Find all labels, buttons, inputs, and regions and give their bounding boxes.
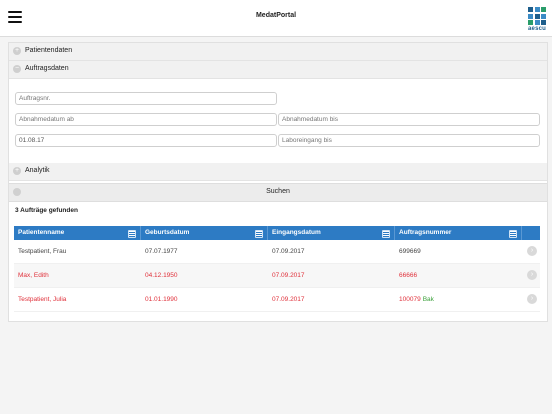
column-header-actions — [522, 226, 540, 240]
top-bar: MedatPortal aescu — [0, 0, 552, 37]
chevron-right-icon[interactable]: › — [527, 294, 537, 304]
lab-received-from-input[interactable] — [15, 134, 277, 147]
column-header-geburtsdatum[interactable]: Geburtsdatum — [141, 226, 268, 240]
column-menu-icon[interactable] — [509, 230, 517, 238]
order-number-input[interactable] — [15, 92, 277, 105]
cell-patient-name: Testpatient, Frau — [18, 248, 67, 255]
order-number: 66666 — [399, 272, 418, 279]
column-menu-icon[interactable] — [128, 230, 136, 238]
section-auftragsdaten[interactable]: − Auftragsdaten — [9, 61, 547, 79]
aescu-logo: aescu — [528, 7, 550, 32]
results-table: Patientenname Geburtsdatum Eingangsdatum… — [14, 226, 540, 312]
section-label: Analytik — [25, 167, 50, 174]
section-patientendaten[interactable]: + Patientendaten — [9, 43, 547, 61]
cell-received-date: 07.09.2017 — [272, 248, 305, 255]
cell-order-number: 100079 Bak — [395, 296, 522, 303]
app-title: MedatPortal — [255, 12, 297, 19]
cell-received-date: 07.09.2017 — [272, 272, 305, 279]
column-header-patientenname[interactable]: Patientenname — [14, 226, 141, 240]
cell-birth-date: 07.07.1977 — [145, 248, 178, 255]
plus-circle-icon: + — [13, 167, 21, 175]
table-row[interactable]: Testpatient, Julia 01.01.1990 07.09.2017… — [14, 288, 540, 312]
section-analytik[interactable]: + Analytik — [9, 163, 547, 181]
column-header-eingangsdatum[interactable]: Eingangsdatum — [268, 226, 395, 240]
search-button[interactable]: Suchen — [9, 183, 547, 202]
column-label: Auftragsnummer — [399, 229, 452, 236]
column-menu-icon[interactable] — [255, 230, 263, 238]
chevron-right-icon[interactable]: › — [527, 270, 537, 280]
section-label: Patientendaten — [25, 47, 73, 54]
plus-circle-icon: + — [13, 47, 21, 55]
cell-order-number: 66666 — [395, 272, 522, 279]
search-button-label: Suchen — [266, 188, 290, 195]
cell-received-date: 07.09.2017 — [272, 296, 305, 303]
column-header-auftragsnummer[interactable]: Auftragsnummer — [395, 226, 522, 240]
cell-birth-date: 01.01.1990 — [145, 296, 178, 303]
cell-order-number: 699669 — [395, 248, 522, 255]
column-label: Geburtsdatum — [145, 229, 190, 236]
cell-birth-date: 04.12.1950 — [145, 272, 178, 279]
minus-circle-icon: − — [13, 65, 21, 73]
bak-flag: Bak — [422, 296, 434, 303]
column-label: Eingangsdatum — [272, 229, 321, 236]
cell-patient-name: Testpatient, Julia — [18, 296, 67, 303]
search-panel: + Patientendaten − Auftragsdaten + Analy… — [8, 42, 548, 322]
table-row[interactable]: Max, Edith 04.12.1950 07.09.2017 66666 › — [14, 264, 540, 288]
section-label: Auftragsdaten — [25, 65, 69, 72]
collect-date-to-input[interactable] — [278, 113, 540, 126]
logo-text: aescu — [528, 26, 547, 32]
lab-received-to-input[interactable] — [278, 134, 540, 147]
result-count: 3 Aufträge gefunden — [15, 207, 78, 214]
chevron-right-icon[interactable]: › — [527, 246, 537, 256]
order-number: 699669 — [399, 248, 421, 255]
cell-patient-name: Max, Edith — [18, 272, 49, 279]
table-header: Patientenname Geburtsdatum Eingangsdatum… — [14, 226, 540, 240]
column-label: Patientenname — [18, 229, 65, 236]
collect-date-from-input[interactable] — [15, 113, 277, 126]
table-row[interactable]: Testpatient, Frau 07.07.1977 07.09.2017 … — [14, 240, 540, 264]
order-number: 100079 — [399, 296, 421, 303]
column-menu-icon[interactable] — [382, 230, 390, 238]
